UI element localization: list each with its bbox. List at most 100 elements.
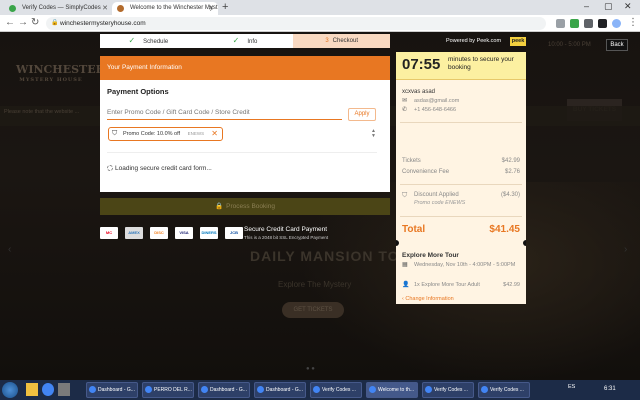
chrome-icon[interactable] (42, 383, 54, 396)
profile-avatar[interactable] (612, 19, 621, 28)
tab-verify-codes[interactable]: Verify Codes — SimplyCodes ✕ (4, 2, 112, 15)
sidebar-icon[interactable] (598, 19, 607, 28)
ticket-notch-right (523, 240, 526, 246)
language-indicator[interactable]: ES (568, 384, 575, 390)
address-bar[interactable]: 🔒 winchestermysteryhouse.com (46, 17, 546, 30)
secure-title: Secure Credit Card Payment (244, 226, 328, 233)
contact-info: xcxvas asad ✉ asdas@gmail.com ✆ +1 456-648… (402, 88, 459, 115)
widget-back-button[interactable]: Back (606, 39, 628, 51)
forward-arrow-icon[interactable]: → (18, 17, 28, 28)
taskbar-item[interactable]: Dashboard - G... (254, 382, 306, 398)
taskbar-item[interactable]: Verify Codes ... (422, 382, 474, 398)
hero-subtitle: Explore The Mystery (278, 280, 352, 289)
remove-promo-icon[interactable]: ✕ (211, 128, 218, 140)
discount-line: ⛉ Discount Applied ($4.30) Promo code ENE… (402, 192, 520, 206)
step-schedule[interactable]: Schedule (100, 34, 197, 48)
total-value: $41.45 (489, 224, 520, 235)
ticket-notch-left (396, 240, 399, 246)
process-booking-button[interactable]: 🔒 Process Booking (100, 198, 390, 215)
secure-subtitle: This is a 2048 bit SSL Encrypted Payment (244, 235, 329, 240)
divider (400, 122, 522, 123)
discover-icon: DISC (150, 227, 168, 239)
discount-code: Promo code ENEWS (414, 200, 466, 206)
step-info[interactable]: Info (197, 34, 294, 48)
tag-icon: ⛉ (112, 130, 118, 137)
taskbar-item[interactable]: Dashboard - G... (86, 382, 138, 398)
payment-header: Your Payment Information (100, 56, 390, 80)
promo-code-input[interactable] (107, 106, 342, 120)
site-notice-text: Please note that the website ... (4, 109, 80, 115)
taskbar-item[interactable]: Dashboard - G... (198, 382, 250, 398)
close-tab-icon[interactable]: ✕ (102, 2, 108, 15)
tour-date: ▦ Wednesday, Nov 10th - 4:00PM - 5:00PM (402, 262, 516, 268)
divider (107, 152, 377, 153)
accepted-cards: MC AMEX DISC VISA DINERS JCB (100, 227, 243, 239)
powered-by-text: Powered by Peek.com (446, 38, 502, 44)
share-icon[interactable] (556, 19, 565, 28)
explorer-icon[interactable] (26, 383, 38, 396)
site-hours-text: 10:00 - 5:00 PM (548, 42, 591, 48)
system-clock[interactable]: 6:31 (604, 386, 616, 392)
tour-guests: 👤 1x Explore More Tour Adult $42.99 (402, 282, 520, 288)
payment-options-title: Payment Options (107, 87, 169, 96)
apply-button[interactable]: Apply (348, 108, 376, 121)
carousel-dots: ● ● (306, 366, 315, 372)
secure-payment-note: Secure Credit Card Payment This is a 204… (244, 226, 328, 240)
simplycodes-extension-icon[interactable] (570, 19, 579, 28)
taskbar-item[interactable]: Welcome to th... (366, 382, 418, 398)
app-icon[interactable] (58, 383, 70, 396)
payment-panel: Your Payment Information Payment Options… (100, 56, 390, 192)
contact-name: xcxvas asad (402, 89, 436, 95)
taskbar-item[interactable]: Verify Codes ... (478, 382, 530, 398)
os-taskbar: Dashboard - G... PERRO DEL R... Dashboar… (0, 380, 640, 400)
menu-kebab-icon[interactable]: ⋮ (628, 17, 638, 28)
person-icon: 👤 (402, 282, 410, 288)
tab-title: Verify Codes — SimplyCodes (22, 5, 101, 11)
carousel-prev-icon: ‹ (8, 244, 12, 255)
hero-title: DAILY MANSION TO (250, 248, 400, 264)
spinner-icon (107, 165, 113, 172)
booking-timer: 07:55 minutes to secure your booking (396, 52, 526, 80)
simplycodes-favicon-icon (9, 5, 16, 12)
minimize-button[interactable]: – (584, 1, 589, 11)
lock-icon: 🔒 (51, 20, 59, 26)
promo-code-text: ENEWS (187, 131, 205, 136)
close-tab-icon[interactable]: ✕ (208, 2, 214, 15)
close-window-button[interactable]: ✕ (624, 1, 632, 12)
url-text: winchestermysteryhouse.com (60, 20, 146, 27)
peek-logo: peek (510, 37, 526, 46)
email-icon: ✉ (402, 98, 408, 104)
taskbar-item[interactable]: PERRO DEL R... (142, 382, 194, 398)
maximize-button[interactable]: ▢ (604, 1, 613, 12)
amex-icon: AMEX (125, 227, 143, 239)
taskbar-item[interactable]: Verify Codes ... (310, 382, 362, 398)
contact-phone: ✆ +1 456-648-6466 (402, 107, 457, 113)
order-summary: 07:55 minutes to secure your booking xcx… (396, 52, 526, 304)
change-information-link[interactable]: ‹ Change Information (402, 296, 454, 302)
step-checkout: 3 Checkout (293, 34, 391, 48)
timer-text: minutes to secure your booking (448, 56, 514, 71)
extensions-puzzle-icon[interactable] (584, 19, 593, 28)
line-tickets: Tickets $42.99 (402, 158, 520, 164)
mastercard-icon: MC (100, 227, 118, 239)
winchester-favicon-icon (117, 5, 124, 12)
loading-card-form: Loading secure credit card form... (107, 165, 212, 172)
new-tab-button[interactable]: + (222, 1, 228, 13)
carousel-next-icon: › (624, 244, 628, 255)
browser-tab-strip: Verify Codes — SimplyCodes ✕ Welcome to … (0, 0, 640, 15)
start-button[interactable] (2, 382, 18, 398)
reload-icon[interactable]: ↻ (31, 17, 39, 28)
back-arrow-icon[interactable]: ← (5, 17, 15, 28)
jcb-icon: JCB (225, 227, 243, 239)
checkout-steps: Schedule Info 3Checkout (100, 34, 391, 48)
calendar-icon: ▦ (402, 262, 408, 268)
divider (400, 184, 522, 185)
tab-winchester[interactable]: Welcome to the Winchester Myst ✕ (112, 2, 218, 15)
promo-label: Promo Code: 10.0% off (123, 131, 181, 137)
hero-get-tickets-button: GET TICKETS (282, 302, 344, 318)
visa-icon: VISA (175, 227, 193, 239)
phone-icon: ✆ (402, 107, 408, 113)
diners-icon: DINERS (200, 227, 218, 239)
scroll-arrows-icon[interactable]: ▲ ▼ (371, 129, 377, 141)
tour-title: Explore More Tour (402, 252, 459, 259)
